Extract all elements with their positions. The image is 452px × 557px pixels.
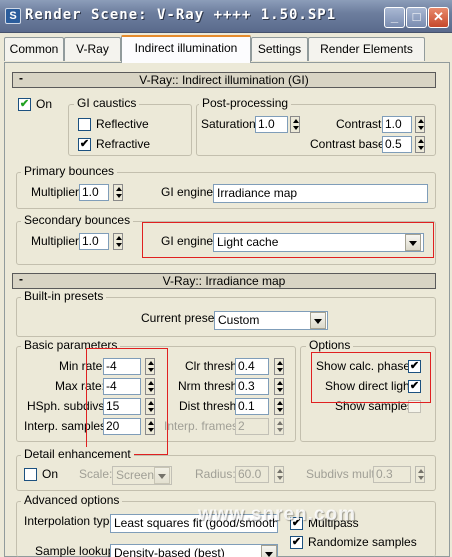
dist-thresh-field[interactable]: 0.1 [235,398,269,415]
saturation-label: Saturation: [201,117,260,131]
highlight-box-rates [86,348,168,455]
highlight-box-secondary-engine [142,222,434,258]
primary-multiplier-field[interactable]: 1.0 [79,184,109,201]
subdivs-mult-field[interactable]: 0.3 [373,466,411,483]
radius-label: Radius: [195,467,236,481]
secondary-multiplier-label: Multiplier: [31,234,83,248]
highlight-box-options [311,352,431,403]
saturation-spinner[interactable] [290,116,300,133]
irradiance-rollout-title: V-Ray:: Irradiance map [162,274,286,288]
maximize-button[interactable]: □ [406,7,427,28]
gi-on-checkbox[interactable]: ✔ [18,98,31,111]
secondary-multiplier-field[interactable]: 1.0 [79,233,109,250]
detail-on-label: On [42,467,59,481]
checkmark-icon: ✔ [79,138,90,150]
tab-settings[interactable]: Settings [251,37,308,61]
checkmark-icon: ✔ [291,536,302,548]
saturation-field[interactable]: 1.0 [255,116,288,133]
irradiance-rollout-header[interactable]: - V-Ray:: Irradiance map [12,272,436,289]
radius-spinner[interactable] [274,466,284,483]
presets-title: Built-in presets [21,289,107,303]
nrm-thresh-label: Nrm thresh: [178,379,241,393]
post-processing-title: Post-processing [199,96,292,110]
tab-indirect-illumination[interactable]: Indirect illumination [121,35,251,63]
gi-on-label: On [36,97,53,111]
primary-multiplier-label: Multiplier: [31,185,83,199]
secondary-multiplier-spinner[interactable] [113,233,123,250]
subdivs-mult-label: Subdivs mult. [306,467,379,481]
dist-thresh-spinner[interactable] [274,398,284,415]
secondary-bounces-title: Secondary bounces [21,213,134,227]
interpolation-type-label: Interpolation type: [24,514,120,528]
collapse-icon: - [19,71,23,85]
advanced-options-title: Advanced options [21,493,123,507]
reflective-label: Reflective [96,117,149,131]
clr-thresh-label: Clr thresh: [185,359,241,373]
dropdown-arrow-icon[interactable] [261,545,277,557]
close-icon: ✕ [433,9,444,24]
primary-engine-dropdown[interactable]: Irradiance map [213,184,428,203]
radius-field[interactable]: 60.0 [235,466,269,483]
interp-frames-label: Interp. frames: [164,419,242,433]
close-button[interactable]: ✕ [428,7,449,28]
tab-render-elements[interactable]: Render Elements [308,37,425,61]
contrast-field[interactable]: 1.0 [382,116,412,133]
current-preset-label: Current preset: [141,311,222,325]
subdivs-mult-spinner[interactable] [415,466,425,483]
sample-lookup-label: Sample lookup: [35,544,118,557]
minimize-button[interactable]: _ [384,7,405,28]
contrast-base-spinner[interactable] [415,136,425,153]
watermark-text: www.snren.com [198,504,356,525]
nrm-thresh-field[interactable]: 0.3 [235,378,269,395]
dropdown-arrow-icon[interactable] [310,312,326,329]
contrast-base-label: Contrast base: [310,137,389,151]
primary-engine-label: GI engine: [161,185,217,199]
detail-enhancement-title: Detail enhancement [21,447,134,461]
contrast-spinner[interactable] [415,116,425,133]
gi-rollout-title: V-Ray:: Indirect illumination (GI) [139,73,309,87]
refractive-checkbox[interactable]: ✔ [78,138,91,151]
collapse-icon: - [19,272,23,286]
maximize-icon: □ [412,9,421,24]
reflective-checkbox[interactable] [78,118,91,131]
primary-bounces-title: Primary bounces [21,164,118,178]
nrm-thresh-spinner[interactable] [274,378,284,395]
randomize-checkbox[interactable]: ✔ [290,536,303,549]
dropdown-arrow-icon[interactable] [154,467,170,484]
primary-multiplier-spinner[interactable] [113,184,123,201]
clr-thresh-field[interactable]: 0.4 [235,358,269,375]
dist-thresh-label: Dist thresh: [179,399,240,413]
scale-label: Scale: [79,467,113,481]
randomize-label: Randomize samples [308,535,417,549]
options-title: Options [306,338,354,352]
refractive-label: Refractive [96,137,151,151]
app-icon[interactable]: S [5,8,21,24]
sample-lookup-dropdown[interactable]: Density-based (best) [110,544,278,557]
tab-common[interactable]: Common [4,37,64,61]
minimize-icon: _ [390,9,399,24]
detail-on-checkbox[interactable] [24,468,37,481]
interp-frames-spinner[interactable] [274,418,284,435]
clr-thresh-spinner[interactable] [274,358,284,375]
gi-rollout-header[interactable]: - V-Ray:: Indirect illumination (GI) [12,71,436,88]
contrast-base-field[interactable]: 0.5 [382,136,412,153]
contrast-label: Contrast: [336,117,385,131]
interp-frames-field[interactable]: 2 [235,418,269,435]
gi-caustics-title: GI caustics [74,96,140,110]
checkmark-icon: ✔ [19,98,30,110]
window-title: Render Scene: V-Ray ++++ 1.50.SP1 [25,7,337,23]
tab-vray[interactable]: V-Ray [64,37,121,61]
